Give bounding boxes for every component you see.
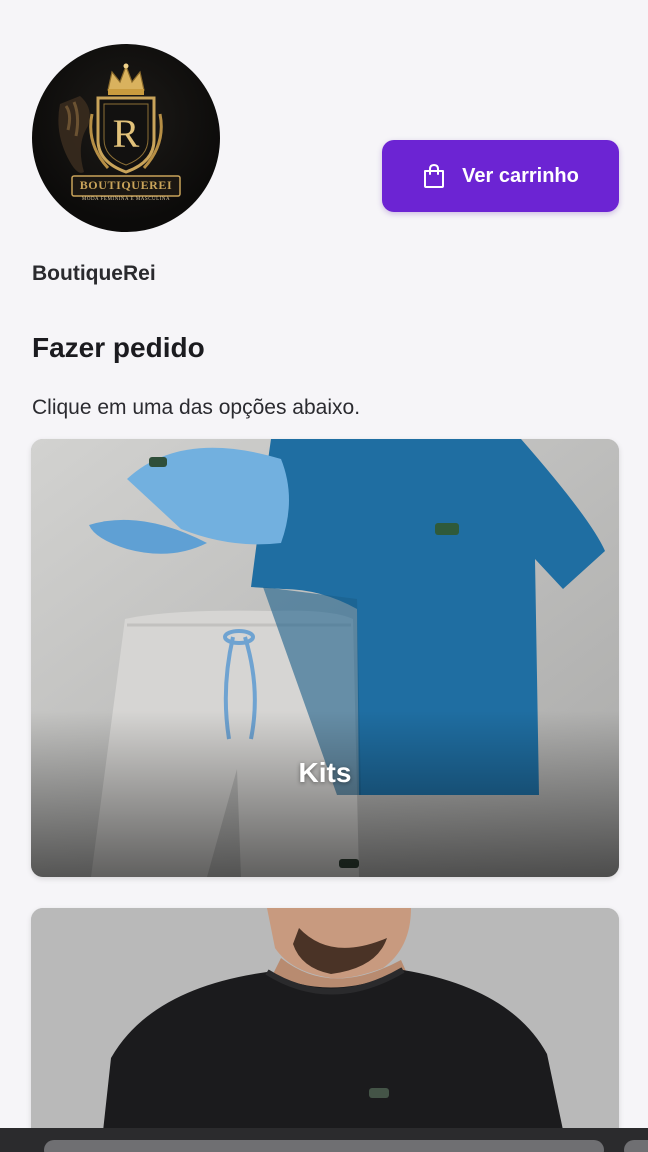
logo-tagline: MODA FEMININA E MASCULINA	[81, 197, 171, 202]
logo-monogram: R	[112, 111, 140, 156]
store-logo: R BOUTIQUEREI MODA FEMININA E MASCULINA	[32, 44, 220, 232]
kits-product-image	[31, 439, 619, 877]
store-name: BoutiqueRei	[32, 262, 156, 285]
page-subtitle: Clique em uma das opções abaixo.	[32, 396, 361, 419]
view-cart-label: Ver carrinho	[462, 164, 579, 187]
shopping-bag-icon	[424, 163, 445, 188]
shirt-product-image	[31, 908, 619, 1152]
page-title: Fazer pedido	[32, 332, 205, 363]
category-card-shirts[interactable]	[31, 908, 619, 1152]
category-card-kits[interactable]: Kits	[31, 439, 619, 877]
category-label-kits: Kits	[298, 757, 352, 788]
order-page: R BOUTIQUEREI MODA FEMININA E MASCULINA …	[0, 0, 648, 1152]
browser-tab-pill[interactable]	[624, 1140, 648, 1152]
browser-address-pill[interactable]	[44, 1140, 604, 1152]
view-cart-button[interactable]: Ver carrinho	[382, 140, 619, 212]
logo-brand-text: BOUTIQUEREI	[79, 178, 173, 192]
